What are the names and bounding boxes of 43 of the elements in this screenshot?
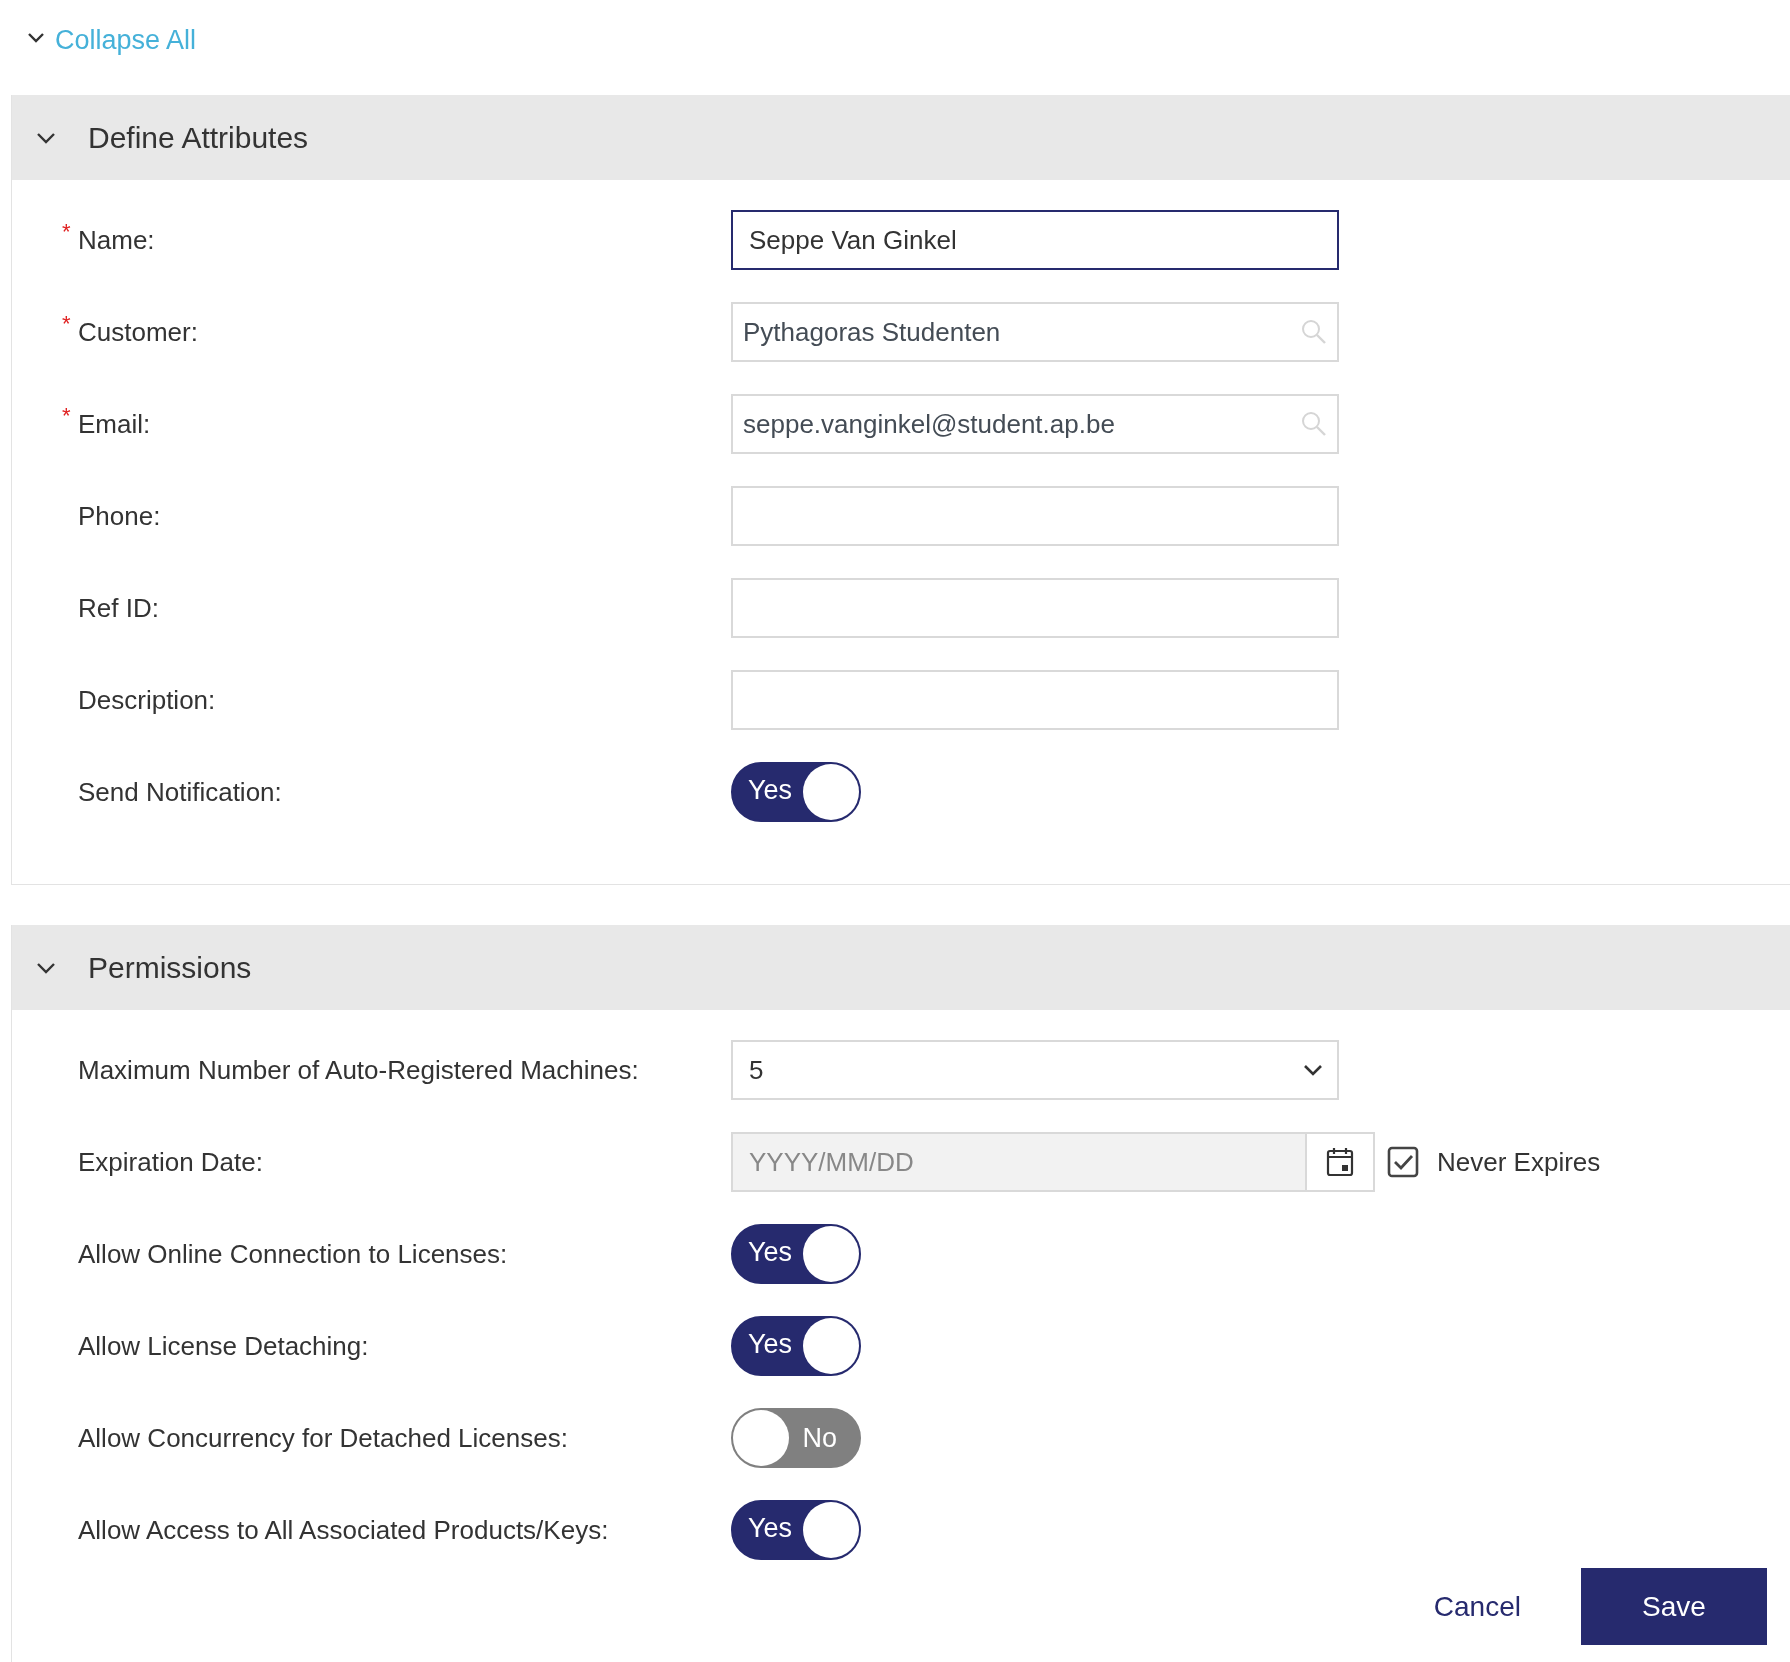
search-field[interactable]: seppe.vanginkel@student.ap.be [731,394,1339,454]
field-label: Ref ID: [78,592,159,623]
field-label: Name: [78,224,155,255]
input-field[interactable] [731,486,1339,546]
field-label: Description: [78,684,216,715]
field-label: Phone: [78,500,161,531]
chevron-down-icon [27,31,45,44]
field-label: Allow License Detaching: [78,1330,369,1361]
toggle-switch[interactable]: Yes [731,1500,861,1560]
calendar-icon [1325,1146,1355,1178]
section-title: Define Attributes [88,120,309,155]
chevron-icon [36,131,56,144]
search-icon [1301,411,1327,437]
section-header[interactable]: Permissions [12,925,1790,1010]
field-label: Allow Online Connection to Licenses: [78,1238,508,1269]
toggle-switch[interactable]: Yes [731,1224,861,1284]
input-field[interactable] [731,670,1339,730]
checkbox-label: Never Expires [1437,1146,1601,1178]
calendar-button[interactable] [1305,1132,1375,1192]
field-label: Allow Concurrency for Detached Licenses: [78,1422,568,1453]
dropdown[interactable]: 5 [731,1040,1339,1100]
save-button[interactable]: Save [1581,1568,1767,1645]
search-field[interactable]: Pythagoras Studenten [731,302,1339,362]
required-asterisk: * [62,218,71,245]
field-label: Expiration Date: [78,1146,263,1177]
section-header[interactable]: Define Attributes [12,95,1790,180]
required-asterisk: * [62,310,71,337]
required-asterisk: * [62,402,71,429]
input-field[interactable]: Seppe Van Ginkel [731,210,1339,270]
field-label: Customer: [78,316,198,347]
chevron-down-icon [1303,1064,1323,1076]
field-label: Email: [78,408,151,439]
toggle-switch[interactable]: No [731,1408,861,1468]
toggle-switch[interactable]: Yes [731,1316,861,1376]
input-field[interactable] [731,578,1339,638]
field-label: Send Notification: [78,776,282,807]
chevron-icon [36,961,56,974]
field-label: Allow Access to All Associated Products/Keys: [78,1514,609,1545]
cancel-button[interactable]: Cancel [1433,1580,1521,1633]
search-icon [1301,319,1327,345]
section-title: Permissions [88,950,252,985]
field-label: Maximum Number of Auto-Registered Machines: [78,1054,639,1085]
toggle-switch[interactable]: Yes [731,762,861,822]
